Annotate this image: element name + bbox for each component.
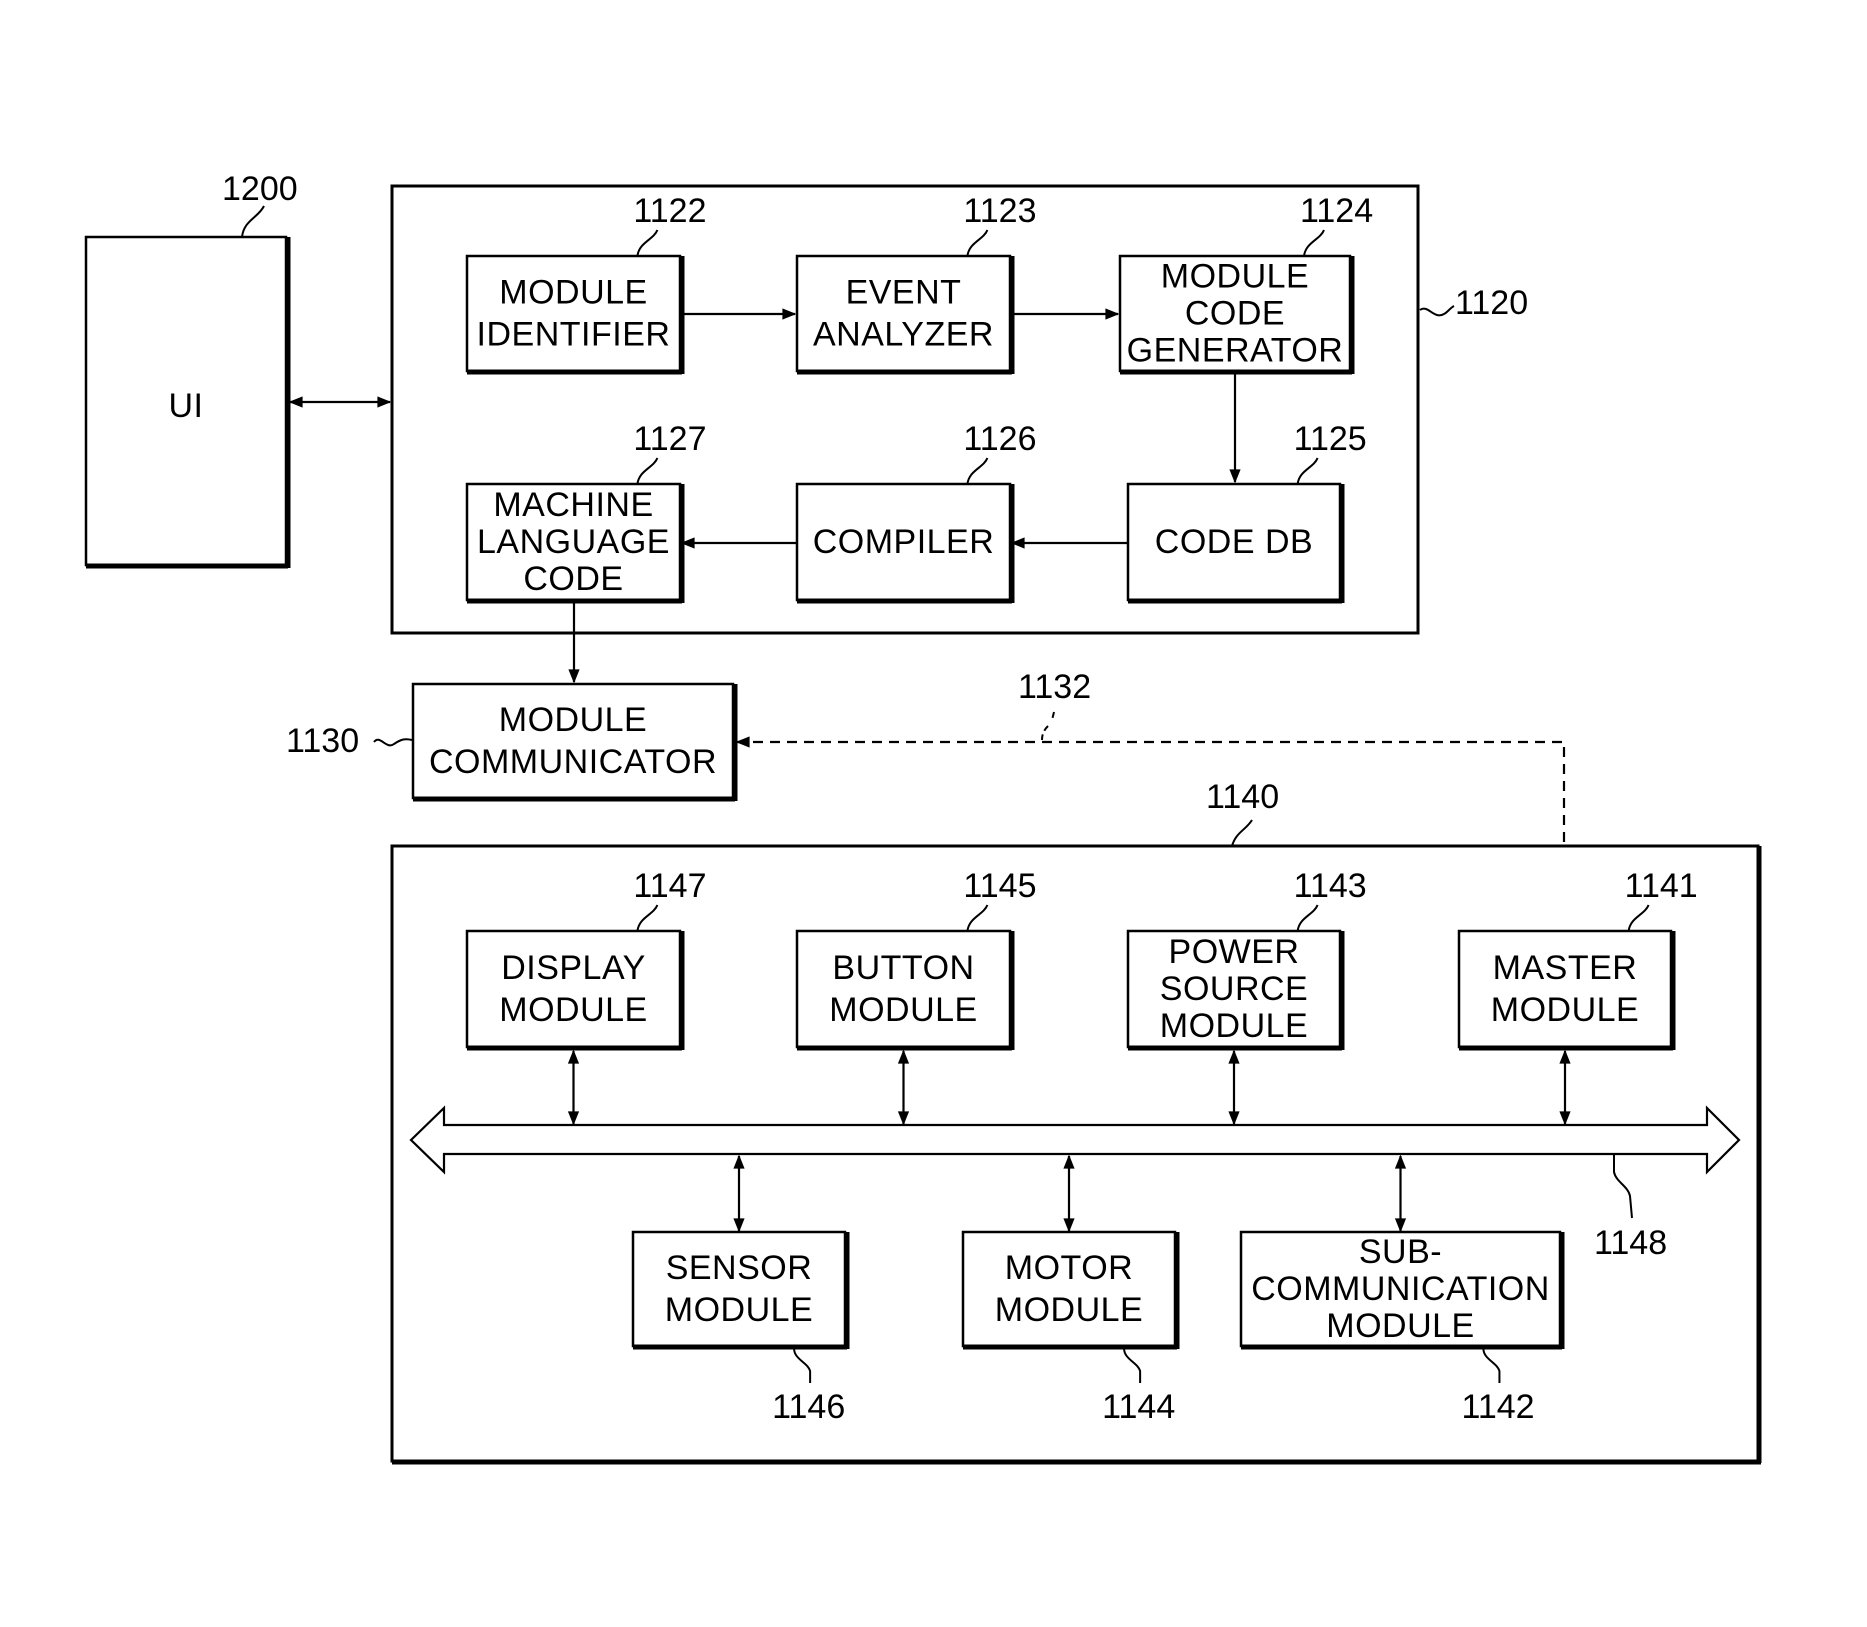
- module-code-generator-block: MODULE CODE GENERATOR: [1118, 254, 1355, 375]
- block-label-line: SUB-: [1359, 1233, 1442, 1271]
- compiler-block: COMPILER: [795, 482, 1015, 604]
- sensor-module-block: SENSOR MODULE: [631, 1230, 850, 1350]
- block-label-line: MODULE: [499, 991, 647, 1029]
- block-label-line: MACHINE: [493, 486, 653, 524]
- ref-1126: 1126: [963, 420, 1036, 458]
- block-label-line: DISPLAY: [501, 949, 646, 987]
- code-db-label: CODE DB: [1155, 523, 1313, 561]
- button-module-block: BUTTON MODULE: [795, 929, 1015, 1051]
- block-label-line: MOTOR: [1005, 1249, 1133, 1287]
- sub-communication-module-block: SUB-COMMUNICATION MODULE: [1239, 1230, 1565, 1350]
- block-label-line: MODULE: [829, 991, 977, 1029]
- block-diagram: UI 1200 1120 MODULE IDENTIFIER 1122 EVENT AN…: [84, 170, 1762, 1465]
- ref-1147: 1147: [633, 867, 706, 905]
- leader-1132: [1041, 711, 1055, 741]
- block-label-line: SENSOR: [666, 1249, 813, 1287]
- block-label-line: CODE: [1185, 294, 1285, 332]
- ui-block: UI: [84, 235, 291, 569]
- ref-1145: 1145: [963, 867, 1036, 905]
- module-identifier-block: MODULE IDENTIFIER: [465, 254, 685, 375]
- block-label-line: COMMUNICATOR: [429, 743, 717, 781]
- block-label-line: MODULE: [499, 273, 647, 311]
- ref-1123: 1123: [963, 192, 1036, 230]
- block-label-line: MODULE: [1161, 257, 1309, 295]
- event-analyzer-block: EVENT ANALYZER: [795, 254, 1015, 375]
- ref-1143: 1143: [1294, 867, 1367, 905]
- ref-1132: 1132: [1018, 668, 1091, 706]
- block-label-line: MODULE: [995, 1291, 1143, 1329]
- ref-1124: 1124: [1300, 192, 1373, 230]
- ref-1148: 1148: [1594, 1224, 1667, 1262]
- block-label-line: LANGUAGE: [477, 523, 670, 561]
- ref-1140: 1140: [1206, 778, 1279, 816]
- block-label-line: MODULE: [1326, 1307, 1474, 1345]
- block-label-line: MASTER: [1493, 949, 1638, 987]
- ref-1122: 1122: [633, 192, 706, 230]
- ref-1120: 1120: [1455, 284, 1528, 322]
- block-label-line: MODULE: [499, 701, 647, 739]
- block-label-line: ANALYZER: [813, 315, 994, 353]
- block-label-line: COMPILER: [813, 523, 995, 561]
- leader-1120: [1419, 305, 1455, 317]
- module-communicator-block: MODULE COMMUNICATOR: [411, 682, 738, 802]
- block-label-line: COMMUNICATION: [1251, 1270, 1550, 1308]
- ref-1125: 1125: [1294, 420, 1367, 458]
- ui-label: UI: [169, 387, 204, 425]
- power-source-module-label: POWER SOURCE MODULE: [1160, 933, 1308, 1045]
- ref-1142: 1142: [1461, 1388, 1534, 1426]
- ref-1200: 1200: [222, 170, 298, 208]
- block-label-line: MODULE: [1491, 991, 1639, 1029]
- block-label-line: EVENT: [846, 273, 962, 311]
- block-label-line: POWER: [1169, 933, 1300, 971]
- leader-1130: [373, 738, 413, 747]
- block-label-line: CODE: [523, 560, 623, 598]
- block-label-line: CODE DB: [1155, 523, 1313, 561]
- ref-1130: 1130: [286, 722, 359, 760]
- block-label-line: SOURCE: [1160, 970, 1308, 1008]
- block-label-line: GENERATOR: [1127, 331, 1344, 369]
- leader-1140: [1231, 819, 1253, 847]
- display-module-block: DISPLAY MODULE: [465, 929, 685, 1051]
- block-label-line: MODULE: [665, 1291, 813, 1329]
- ref-1127: 1127: [633, 420, 706, 458]
- motor-module-block: MOTOR MODULE: [961, 1230, 1180, 1350]
- ref-1146: 1146: [772, 1388, 845, 1426]
- block-label-line: MODULE: [1160, 1007, 1308, 1045]
- ref-1144: 1144: [1102, 1388, 1175, 1426]
- compiler-label: COMPILER: [813, 523, 995, 561]
- block-label-line: IDENTIFIER: [477, 315, 671, 353]
- block-label-line: BUTTON: [832, 949, 974, 987]
- master-module-block: MASTER MODULE: [1457, 929, 1676, 1051]
- machine-language-code-block: MACHINE LANGUAGE CODE: [465, 482, 685, 604]
- power-source-module-block: POWER SOURCE MODULE: [1126, 929, 1345, 1051]
- ref-1141: 1141: [1625, 867, 1698, 905]
- leader-1200: [241, 205, 265, 238]
- code-db-block: CODE DB: [1126, 482, 1345, 604]
